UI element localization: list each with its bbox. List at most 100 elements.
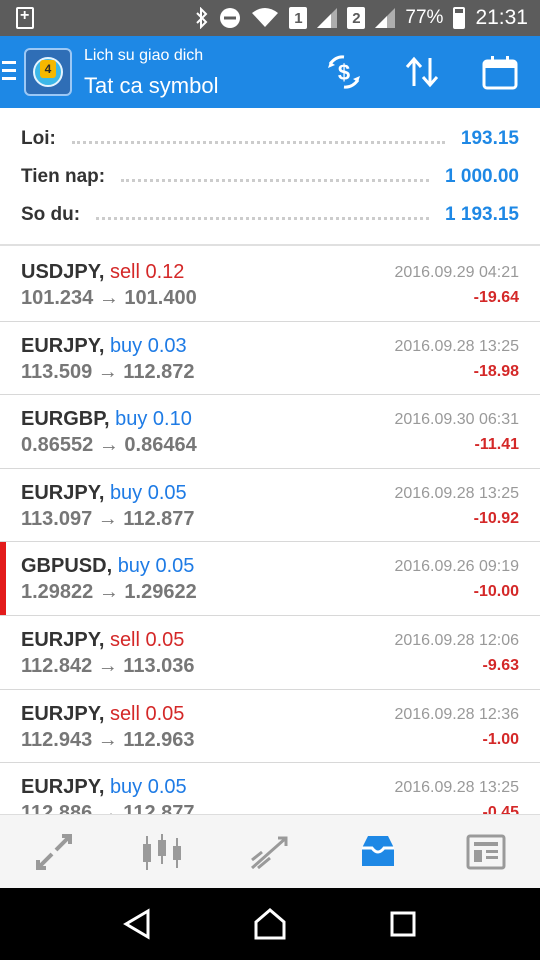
trade-profit: -1.00 — [482, 730, 519, 748]
bluetooth-icon — [196, 7, 208, 29]
trade-symbol: EURGBP, — [21, 408, 110, 431]
tab-chart[interactable] — [108, 815, 216, 888]
sim1-indicator: 1 — [289, 7, 308, 29]
trade-symbol-line: EURJPY, buy 0.05 — [21, 776, 187, 799]
quotes-icon — [36, 833, 72, 870]
trade-symbol-line: USDJPY, sell 0.12 — [21, 261, 184, 284]
history-icon — [362, 835, 394, 866]
trade-direction: sell 0.05 — [109, 628, 185, 651]
home-button[interactable] — [250, 904, 290, 944]
back-button[interactable] — [117, 904, 157, 944]
trade-row[interactable]: USDJPY, sell 0.12 101.234 → 101.400 2016… — [0, 248, 540, 322]
trade-time: 2016.09.28 13:25 — [394, 484, 519, 502]
chart-candles-icon — [143, 833, 181, 870]
trade-row[interactable]: EURJPY, buy 0.05 112.886 → 112.877 2016.… — [0, 763, 540, 814]
currency-exchange-icon[interactable]: $ — [324, 54, 364, 90]
trade-symbol-line: EURJPY, sell 0.05 — [21, 629, 184, 652]
trade-time: 2016.09.30 06:31 — [394, 411, 519, 429]
system-nav-bar — [0, 888, 540, 960]
app-subtitle: Lich su giao dich — [84, 47, 204, 64]
trade-symbol: EURJPY, — [21, 334, 105, 357]
trade-profit: -19.64 — [473, 289, 519, 306]
trade-symbol: GBPUSD, — [21, 555, 113, 578]
trade-symbol-line: EURJPY, sell 0.05 — [21, 703, 184, 726]
summary-row-balance: So du: 1 193.15 — [21, 200, 519, 230]
logo-badge: 4 — [40, 60, 56, 78]
trade-profit: -10.92 — [473, 509, 519, 527]
calendar-icon[interactable] — [480, 54, 520, 90]
summary-value: 1 000.00 — [445, 166, 519, 187]
trade-profit: -11.41 — [474, 436, 519, 454]
trade-symbol-line: EURJPY, buy 0.03 — [21, 335, 187, 358]
recents-button[interactable] — [383, 904, 423, 944]
trade-profit: -18.98 — [473, 362, 519, 380]
trade-symbol: EURJPY, — [21, 628, 105, 651]
trade-symbol: EURJPY, — [21, 776, 105, 799]
news-icon — [466, 834, 506, 869]
trade-direction: sell 0.12 — [109, 261, 185, 283]
tab-trade[interactable] — [216, 815, 324, 888]
trade-prices: 1.29822 → 1.29622 — [21, 581, 197, 604]
dotted-leader — [96, 210, 430, 220]
page-title[interactable]: Tat ca symbol — [84, 73, 219, 99]
trade-time: 2016.09.28 12:36 — [394, 705, 519, 723]
summary-label: So du: — [21, 204, 81, 225]
menu-icon[interactable] — [2, 61, 16, 81]
trade-direction: buy 0.10 — [115, 408, 192, 431]
tab-history[interactable] — [324, 815, 432, 888]
notification-add-icon — [16, 7, 34, 29]
trade-symbol-line: EURJPY, buy 0.05 — [21, 482, 187, 505]
recents-icon — [390, 911, 416, 937]
trade-prices: 112.842 → 113.036 — [21, 654, 195, 677]
app-logo[interactable]: 4 — [24, 48, 72, 96]
trade-row[interactable]: EURJPY, sell 0.05 112.943 → 112.963 2016… — [0, 690, 540, 764]
svg-text:$: $ — [338, 60, 350, 85]
trade-row-selected[interactable]: GBPUSD, buy 0.05 1.29822 → 1.29622 2016.… — [0, 542, 540, 616]
trade-prices: 113.097 → 112.877 — [21, 507, 195, 530]
trade-direction: buy 0.03 — [109, 334, 187, 357]
signal1-icon — [317, 8, 338, 28]
trade-row[interactable]: EURJPY, buy 0.03 113.509 → 112.872 2016.… — [0, 322, 540, 396]
trade-row[interactable]: EURJPY, buy 0.05 113.097 → 112.877 2016.… — [0, 469, 540, 543]
trade-prices: 112.886 → 112.877 — [21, 802, 195, 814]
trade-time: 2016.09.28 13:25 — [394, 337, 519, 355]
wifi-icon — [252, 8, 279, 27]
sim2-indicator: 2 — [347, 7, 366, 29]
trade-direction: sell 0.05 — [109, 702, 185, 725]
trade-direction: buy 0.05 — [109, 481, 187, 504]
trade-time: 2016.09.28 12:06 — [394, 631, 519, 649]
dotted-leader — [121, 172, 430, 182]
trade-time: 2016.09.26 09:19 — [394, 558, 519, 576]
summary-label: Loi: — [21, 128, 56, 149]
trade-prices: 113.509 → 112.872 — [21, 360, 195, 383]
trade-time: 2016.09.28 13:25 — [394, 779, 519, 797]
trade-symbol: EURJPY, — [21, 702, 105, 725]
battery-icon — [453, 7, 466, 29]
bottom-tab-bar — [0, 814, 540, 888]
home-icon — [254, 908, 286, 940]
dotted-leader — [71, 134, 445, 144]
trade-row[interactable]: EURJPY, sell 0.05 112.842 → 113.036 2016… — [0, 616, 540, 690]
summary-value: 193.15 — [460, 128, 519, 149]
trade-profit: -0.45 — [482, 804, 519, 814]
summary-row-profit: Loi: 193.15 — [21, 124, 519, 154]
sort-icon[interactable] — [402, 54, 442, 90]
trade-prices: 112.943 → 112.963 — [21, 728, 195, 751]
trade-profit: -10.00 — [473, 583, 519, 601]
app-bar: 4 Lich su giao dich Tat ca symbol $ — [0, 36, 540, 108]
trade-symbol-line: EURGBP, buy 0.10 — [21, 408, 192, 431]
back-icon — [122, 908, 150, 940]
trade-row[interactable]: EURGBP, buy 0.10 0.86552 → 0.86464 2016.… — [0, 395, 540, 469]
trade-direction: buy 0.05 — [117, 555, 195, 578]
trade-symbol: EURJPY, — [21, 481, 105, 504]
summary-value: 1 193.15 — [445, 204, 519, 225]
trade-prices: 0.86552 → 0.86464 — [21, 434, 197, 457]
trade-prices: 101.234 → 101.400 — [21, 287, 197, 309]
trade-symbol: USDJPY, — [21, 261, 105, 283]
summary-label: Tien nap: — [21, 166, 106, 187]
trade-history-list[interactable]: USDJPY, sell 0.12 101.234 → 101.400 2016… — [0, 248, 540, 814]
tab-news[interactable] — [432, 815, 540, 888]
summary-panel: Loi: 193.15 Tien nap: 1 000.00 So du: 1 … — [0, 108, 540, 246]
clock: 21:31 — [475, 6, 528, 29]
tab-quotes[interactable] — [0, 815, 108, 888]
